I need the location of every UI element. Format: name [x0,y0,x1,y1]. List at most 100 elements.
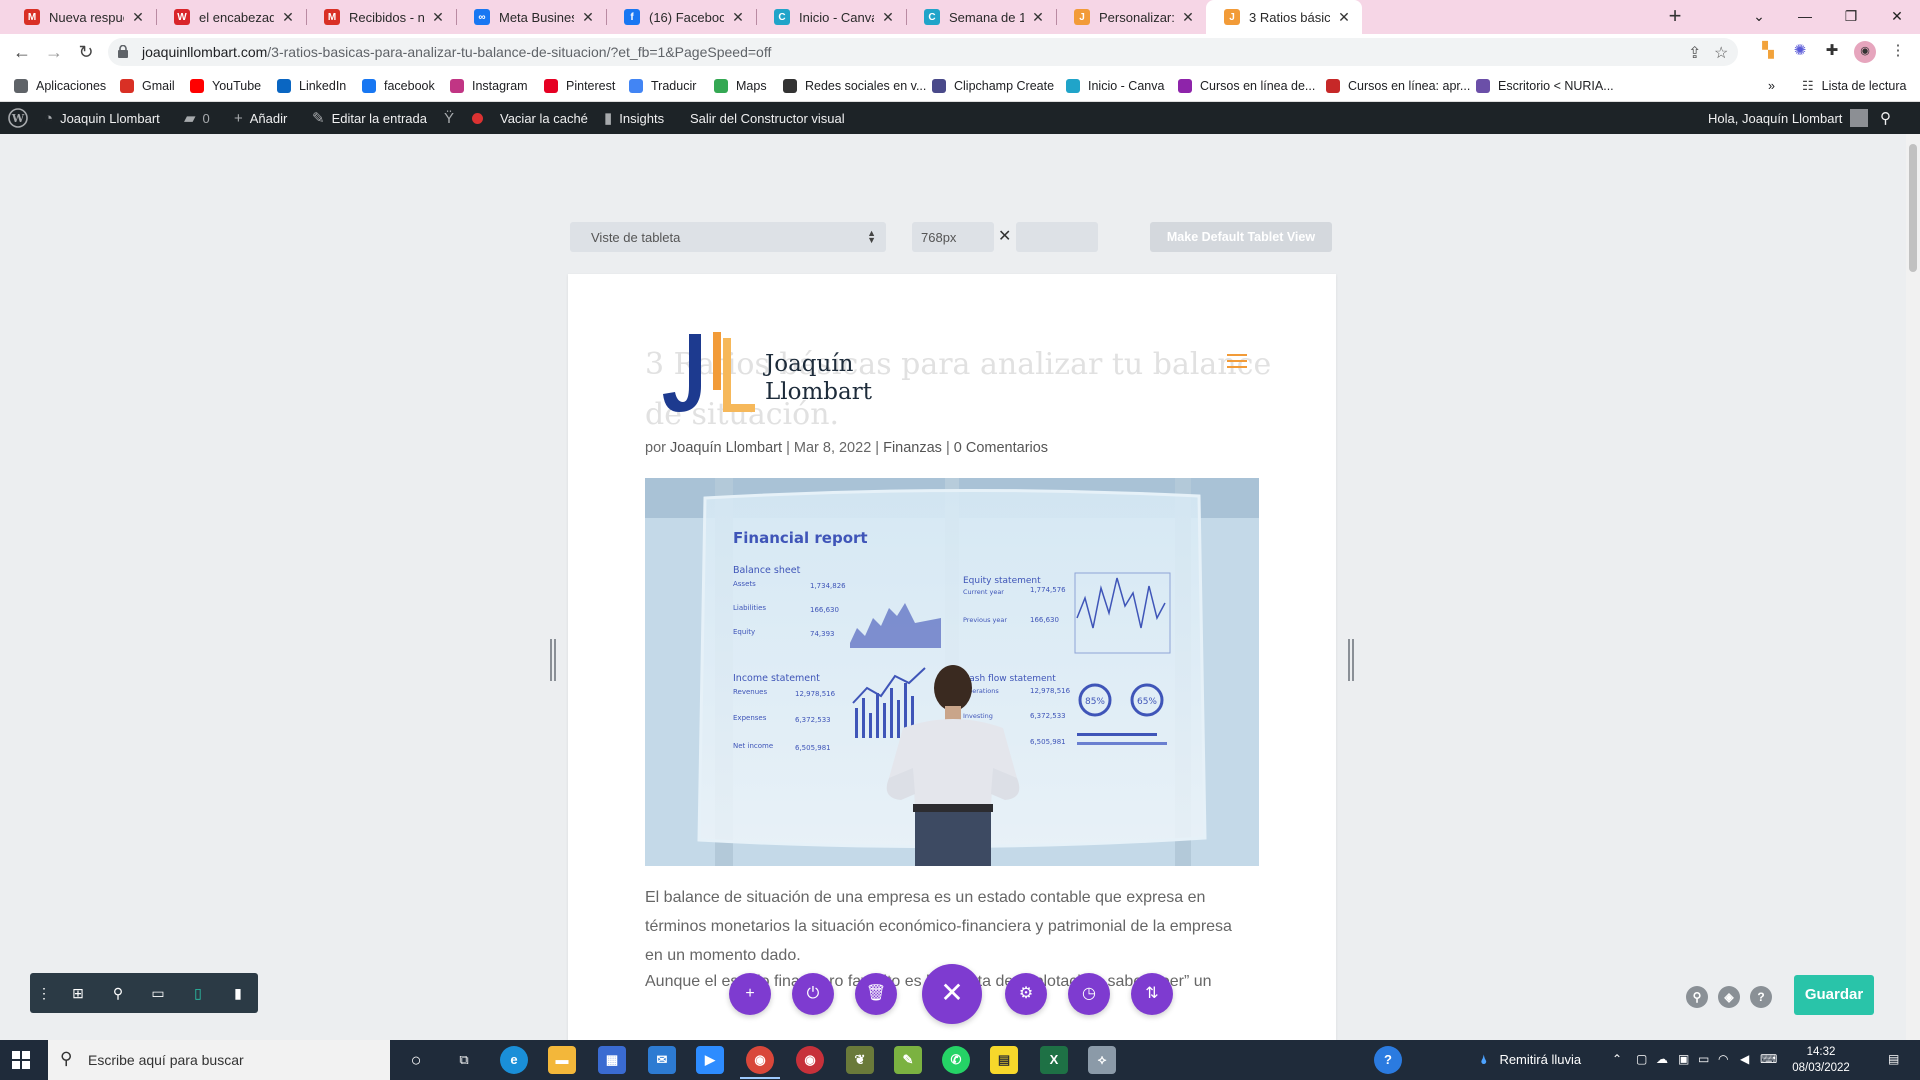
task-view-icon[interactable]: ⧉ [450,1046,478,1074]
mail-icon[interactable]: ✉ [648,1046,676,1074]
show-more-bookmarks-icon[interactable]: » [1768,77,1775,95]
page-scrollbar[interactable] [1906,134,1920,1040]
bookmark-item[interactable]: Clipchamp Create [932,77,1054,95]
lock-icon[interactable] [118,45,128,58]
chrome-icon[interactable]: ◉ [746,1046,774,1074]
extension-icon[interactable]: ▚ [1758,41,1778,61]
close-window-button[interactable]: ✕ [1874,0,1920,34]
trash-icon[interactable]: 🗑 [855,973,897,1015]
windows-start-icon[interactable] [12,1051,30,1069]
sort-arrows-icon[interactable]: ⇅ [1131,973,1173,1015]
weather-widget[interactable]: 🌢 Remitirá lluvia [1480,1052,1581,1068]
phone-view-icon[interactable]: ▮ [228,983,248,1003]
browser-tab[interactable]: C Semana de 14 Marzo ✕ [906,0,1056,34]
tray-chevron-icon[interactable]: ⌃ [1612,1052,1622,1066]
close-page-settings-button[interactable]: ✕ [922,964,982,1024]
preview-height-input[interactable] [1016,222,1098,252]
menu-dots-icon[interactable]: ⋮ [34,983,54,1003]
browser-tab[interactable]: ∞ Meta Business Suite ✕ [456,0,606,34]
bookmark-item[interactable]: Inicio - Canva [1066,77,1164,95]
bookmark-item[interactable]: YouTube [190,77,261,95]
cortana-icon[interactable]: ○ [402,1046,430,1074]
browser-tab[interactable]: M Nueva respuesta a: el e ✕ [6,0,156,34]
volume-icon[interactable]: ◀ [1740,1052,1749,1066]
browser-tab[interactable]: f (16) Facebook ✕ [606,0,756,34]
close-tab-icon[interactable]: ✕ [1336,9,1352,26]
zoom-icon[interactable]: ⚲ [108,983,128,1003]
hamburger-menu-icon[interactable] [1227,354,1247,368]
save-button[interactable]: Guardar [1794,975,1874,1015]
app-icon[interactable]: ❦ [846,1046,874,1074]
resize-handle-left[interactable] [550,639,556,681]
bookmark-item[interactable]: Gmail [120,77,175,95]
minimize-button[interactable]: — [1782,0,1828,34]
resize-handle-right[interactable] [1348,639,1354,681]
taskbar-search-input[interactable]: ⚲ Escribe aquí para buscar [48,1040,390,1080]
wifi-icon[interactable]: ◠ [1718,1052,1728,1066]
bookmark-item[interactable]: Traducir [629,77,696,95]
close-tab-icon[interactable]: ✕ [580,9,596,26]
file-explorer-icon[interactable]: ▬ [548,1046,576,1074]
new-tab-button[interactable]: + [1662,4,1688,30]
browser-tab[interactable]: Wel encabezado tapa la ✕ [156,0,306,34]
close-tab-icon[interactable]: ✕ [130,9,146,26]
close-tab-icon[interactable]: ✕ [280,9,296,26]
zoom-app-icon[interactable]: ▶ [696,1046,724,1074]
help-icon[interactable]: ? [1750,986,1772,1008]
whatsapp-icon[interactable]: ✆ [942,1046,970,1074]
notepad-icon[interactable]: ✎ [894,1046,922,1074]
comments-link[interactable]: 0 Comentarios [954,440,1048,456]
portability-icon[interactable]: ⏻ [792,973,834,1015]
preview-width-input[interactable]: 768px [912,222,994,252]
bookmark-item[interactable]: Aplicaciones [14,77,106,95]
wordpress-logo-icon[interactable]: W [8,102,28,134]
wireframe-view-icon[interactable]: ⊞ [68,983,88,1003]
close-tab-icon[interactable]: ✕ [880,9,896,26]
reload-icon[interactable]: ↻ [72,38,100,66]
bookmark-item[interactable]: Maps [714,77,767,95]
browser-tab[interactable]: C Inicio - Canva ✕ [756,0,906,34]
tab-search-chevron-icon[interactable]: ⌄ [1736,0,1782,34]
tray-app-icon[interactable]: ▣ [1678,1052,1689,1066]
close-tab-icon[interactable]: ✕ [1030,9,1046,26]
author-link[interactable]: Joaquín Llombart [670,440,782,456]
system-clock[interactable]: 14:32 08/03/2022 [1786,1044,1856,1076]
restore-button[interactable]: ❐ [1828,0,1874,34]
app-icon[interactable]: ⟡ [1088,1046,1116,1074]
page-settings-gear-icon[interactable]: ⚙ [1005,973,1047,1015]
clear-cache-link[interactable]: Vaciar la caché [500,102,588,134]
bookmark-star-icon[interactable]: ☆ [1714,43,1728,63]
make-default-view-button[interactable]: Make Default Tablet View [1150,222,1332,252]
extension-icon[interactable]: ✺ [1790,41,1810,61]
keyboard-icon[interactable]: ⌨ [1760,1052,1777,1066]
tablet-view-icon[interactable]: ▯ [188,983,208,1003]
insights-link[interactable]: ▮ Insights [604,102,664,134]
edit-post-link[interactable]: ✎ Editar la entrada [312,102,427,134]
back-arrow-icon[interactable]: ← [8,38,36,66]
desktop-view-icon[interactable]: ▭ [148,983,168,1003]
bookmark-item[interactable]: LinkedIn [277,77,346,95]
bookmark-item[interactable]: Pinterest [544,77,615,95]
url-text[interactable]: joaquinllombart.com/3-ratios-basicas-par… [142,44,771,60]
category-link[interactable]: Finanzas [883,440,942,456]
add-new-link[interactable]: + Añadir [234,102,287,134]
address-bar[interactable]: joaquinllombart.com/3-ratios-basicas-par… [108,38,1738,66]
bookmark-item[interactable]: Cursos en línea: apr... [1326,77,1470,95]
layers-icon[interactable]: ◈ [1718,986,1740,1008]
site-logo[interactable]: Joaquín Llombart [661,328,881,418]
add-button[interactable]: + [729,973,771,1015]
reading-list-button[interactable]: ☷ Lista de lectura [1802,77,1906,95]
comments-link[interactable]: ▰ 0 [184,102,210,134]
responsive-view-select[interactable]: Viste de tableta ▲ ▼ [570,222,886,252]
browser-tab[interactable]: J Personalizar: 3 Ratios b ✕ [1056,0,1206,34]
bookmark-item[interactable]: facebook [362,77,435,95]
edge-icon[interactable]: e [500,1046,528,1074]
history-icon[interactable]: ◷ [1068,973,1110,1015]
zoom-search-icon[interactable]: ⚲ [1686,986,1708,1008]
menu-kebab-icon[interactable]: ⋮ [1888,41,1908,61]
profile-avatar[interactable]: ◉ [1854,41,1876,63]
tray-app-icon[interactable]: ▢ [1636,1052,1647,1066]
share-icon[interactable]: ⇪ [1688,43,1701,63]
store-icon[interactable]: ▦ [598,1046,626,1074]
puzzle-extensions-icon[interactable]: ✚ [1822,41,1842,61]
